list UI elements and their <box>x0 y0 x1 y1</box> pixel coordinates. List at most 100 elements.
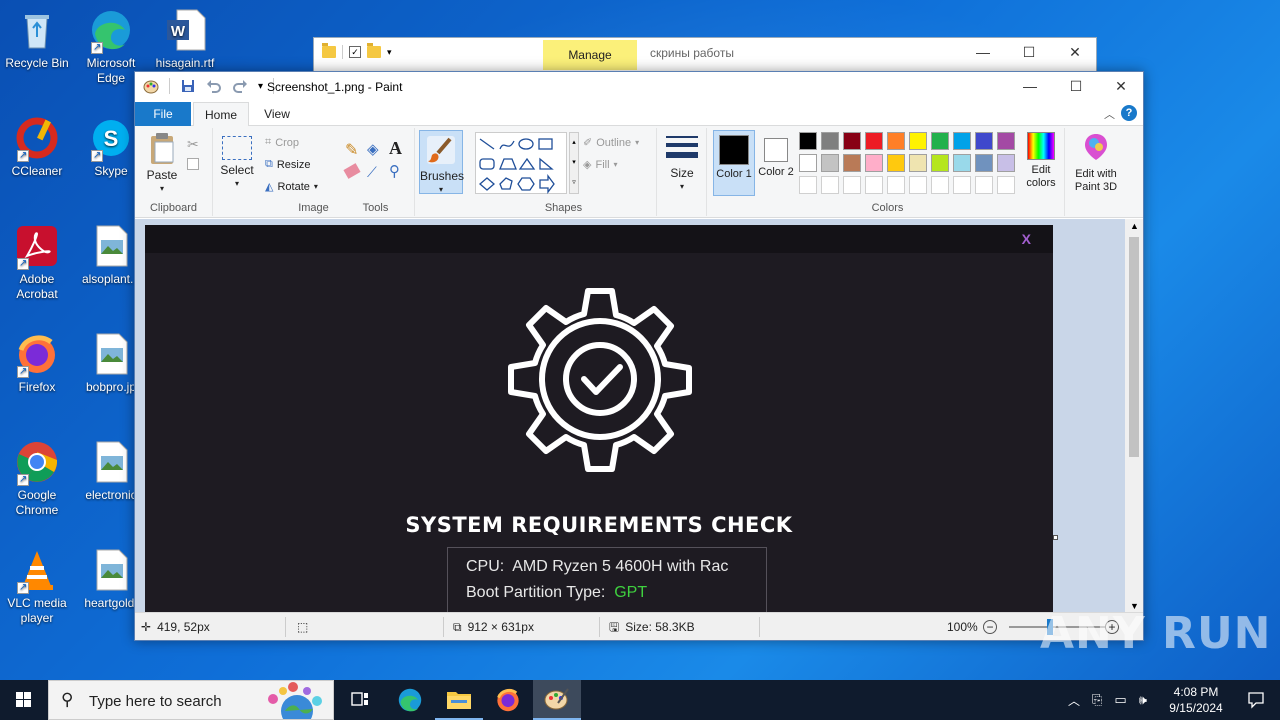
copy-icon[interactable] <box>187 158 199 170</box>
scroll-up-icon[interactable]: ▲ <box>1130 221 1139 231</box>
maximize-button[interactable]: ☐ <box>1053 72 1099 102</box>
color-swatch[interactable] <box>931 132 949 150</box>
color-swatch[interactable] <box>953 176 971 194</box>
color-swatch[interactable] <box>865 132 883 150</box>
tab-manage[interactable]: Manage <box>543 40 637 70</box>
crop-button[interactable]: ⌗ Crop <box>265 136 299 149</box>
magnifier-icon[interactable]: ⚲ <box>389 162 400 180</box>
color-swatch[interactable] <box>821 132 839 150</box>
clock[interactable]: 4:08 PM 9/15/2024 <box>1160 684 1232 716</box>
color-swatch[interactable] <box>887 154 905 172</box>
tab-view[interactable]: View <box>253 102 301 126</box>
paste-button[interactable]: Paste ▾ <box>145 132 179 195</box>
color-swatch[interactable] <box>953 154 971 172</box>
edit-with-paint3d-button[interactable]: Edit with Paint 3D <box>1069 132 1123 194</box>
color1-button[interactable]: Color 1 <box>713 130 755 196</box>
cut-icon[interactable]: ✂ <box>187 136 199 153</box>
notification-center-button[interactable] <box>1232 680 1280 720</box>
desktop-icon-adobe-acrobat[interactable]: Adobe Acrobat <box>0 224 74 302</box>
chevron-down-icon[interactable]: ▾ <box>387 47 392 58</box>
taskbar-search[interactable]: ⚲ Type here to search <box>48 680 334 720</box>
color-swatch[interactable] <box>997 132 1015 150</box>
help-icon[interactable]: ? <box>1121 105 1137 121</box>
color-swatch[interactable] <box>887 176 905 194</box>
color-swatch[interactable] <box>821 176 839 194</box>
color-swatch[interactable] <box>909 154 927 172</box>
size-button[interactable]: Size ▾ <box>663 134 701 193</box>
color-swatch[interactable] <box>887 132 905 150</box>
color-swatch[interactable] <box>953 132 971 150</box>
volume-icon[interactable]: 🕪 <box>1139 692 1147 708</box>
fill-bucket-icon[interactable]: ◈ <box>367 140 379 158</box>
desktop-icon-ccleaner[interactable]: CCleaner <box>0 116 74 179</box>
desktop-icon-firefox[interactable]: Firefox <box>0 332 74 395</box>
close-button[interactable]: ✕ <box>1098 72 1144 102</box>
minimize-button[interactable]: — <box>960 38 1006 68</box>
zoom-out-button[interactable]: − <box>983 613 997 641</box>
close-button[interactable]: ✕ <box>1052 38 1098 68</box>
taskbar-paint[interactable] <box>533 680 581 720</box>
task-view-button[interactable] <box>336 680 384 720</box>
color-swatch[interactable] <box>843 154 861 172</box>
save-icon[interactable] <box>180 78 196 94</box>
chevron-up-icon[interactable]: ︿ <box>1068 692 1080 709</box>
outline-button[interactable]: ✐ Outline ▾ <box>583 136 639 150</box>
desktop-icon-hisagain[interactable]: W hisagain.rtf <box>148 8 222 71</box>
paint-window[interactable]: ▾ Screenshot_1.png - Paint — ☐ ✕ File Ho… <box>134 71 1144 641</box>
resize-button[interactable]: ⧉ Resize <box>265 158 310 171</box>
color-swatch[interactable] <box>975 154 993 172</box>
minimize-button[interactable]: — <box>1007 72 1053 102</box>
color-swatch[interactable] <box>931 154 949 172</box>
image-canvas[interactable]: X SYSTEM REQUIREMENTS CHECK CPU: AMD Ryz… <box>145 225 1053 613</box>
rotate-button[interactable]: ◭ Rotate ▾ <box>265 180 318 194</box>
color-swatch[interactable] <box>931 176 949 194</box>
color-swatch[interactable] <box>843 176 861 194</box>
desktop-icon-google-chrome[interactable]: Google Chrome <box>0 440 74 518</box>
undo-icon[interactable] <box>206 78 222 94</box>
color-swatch[interactable] <box>865 154 883 172</box>
color-swatch[interactable] <box>997 176 1015 194</box>
network-icon[interactable]: ⎘ <box>1092 692 1102 708</box>
color-swatch[interactable] <box>975 176 993 194</box>
shapes-scroll[interactable]: ▴ ▾ ▿ <box>569 132 579 194</box>
edit-colors-button[interactable]: Edit colors <box>1021 132 1061 190</box>
new-folder-icon[interactable] <box>367 43 381 58</box>
color-swatch[interactable] <box>799 176 817 194</box>
customize-toolbar-icon[interactable]: ▾ <box>258 81 263 92</box>
taskbar-file-explorer[interactable] <box>435 680 483 720</box>
taskbar-firefox[interactable] <box>484 680 532 720</box>
color-swatch[interactable] <box>799 132 817 150</box>
color-swatch[interactable] <box>909 132 927 150</box>
color-swatch[interactable] <box>799 154 817 172</box>
brushes-button[interactable]: Brushes ▾ <box>419 130 464 194</box>
file-explorer-window[interactable]: ✓ ▾ Manage скрины работы — ☐ ✕ <box>313 37 1097 73</box>
start-button[interactable] <box>0 680 48 720</box>
color-swatch[interactable] <box>909 176 927 194</box>
desktop-icon-vlc[interactable]: VLC media player <box>0 548 74 626</box>
ethernet-icon[interactable]: ▭ <box>1114 692 1126 708</box>
color-swatch[interactable] <box>865 176 883 194</box>
shapes-gallery[interactable] <box>475 132 567 194</box>
pencil-icon[interactable]: ✎ <box>345 140 358 160</box>
fill-button[interactable]: ◈ Fill ▾ <box>583 158 618 172</box>
color2-button[interactable]: Color 2 <box>757 130 795 179</box>
color-swatch[interactable] <box>997 154 1015 172</box>
resize-handle[interactable] <box>1053 535 1058 540</box>
color-swatch[interactable] <box>821 154 839 172</box>
maximize-button[interactable]: ☐ <box>1006 38 1052 68</box>
desktop-icon-recycle-bin[interactable]: Recycle Bin <box>0 8 74 71</box>
folder-icon[interactable] <box>322 43 336 58</box>
color-swatch[interactable] <box>843 132 861 150</box>
color-picker-icon[interactable]: ⟋ <box>367 164 377 181</box>
taskbar-edge[interactable] <box>386 680 434 720</box>
canvas-area[interactable]: X SYSTEM REQUIREMENTS CHECK CPU: AMD Ryz… <box>135 219 1125 613</box>
tab-home[interactable]: Home <box>193 102 249 127</box>
vertical-scrollbar[interactable]: ▲ ▼ <box>1125 219 1143 613</box>
text-icon[interactable]: A <box>389 138 402 159</box>
collapse-ribbon-icon[interactable]: ︿ <box>1104 106 1115 122</box>
select-button[interactable]: Select ▾ <box>219 136 255 190</box>
color-swatch[interactable] <box>975 132 993 150</box>
properties-icon[interactable]: ✓ <box>349 46 361 58</box>
redo-icon[interactable] <box>232 78 248 94</box>
tab-file[interactable]: File <box>135 102 191 126</box>
